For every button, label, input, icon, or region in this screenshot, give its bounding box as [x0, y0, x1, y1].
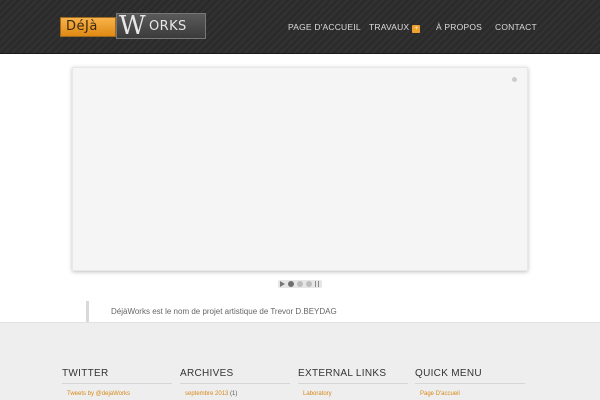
- intro-quote-text: DéjàWorks est le nom de projet artistiqu…: [111, 307, 337, 316]
- footer-column-external-links: EXTERNAL LINKS Laboratory: [298, 368, 408, 397]
- slider-dot-3[interactable]: [306, 281, 312, 287]
- nav-home[interactable]: PAGE D'ACCUEIL: [288, 22, 361, 32]
- archive-count: (1): [230, 391, 238, 397]
- nav-works-label: TRAVAUX: [369, 22, 410, 32]
- archive-link[interactable]: septembre 2013: [185, 391, 228, 397]
- site-header: DéJà W ORKS PAGE D'ACCUEIL TRAVAUX + À PR…: [0, 0, 600, 54]
- nav-about[interactable]: À PROPOS: [436, 22, 482, 32]
- footer-title-twitter: TWITTER: [62, 368, 172, 384]
- play-icon[interactable]: [280, 281, 285, 287]
- image-slider[interactable]: [72, 67, 528, 271]
- footer-title-quick-menu: QUICK MENU: [415, 368, 525, 384]
- slider-dot-1[interactable]: [288, 281, 294, 287]
- pause-icon[interactable]: [315, 281, 320, 287]
- footer-column-archives: ARCHIVES septembre 2013 (1): [180, 368, 290, 397]
- archive-item: septembre 2013 (1): [180, 391, 290, 397]
- footer-column-quick-menu: QUICK MENU Page D'accueil: [415, 368, 525, 397]
- footer-column-twitter: TWITTER Tweets by @dejaWorks: [62, 368, 172, 397]
- slider-dot-2[interactable]: [297, 281, 303, 287]
- quick-menu-home-link[interactable]: Page D'accueil: [415, 391, 525, 397]
- footer-title-archives: ARCHIVES: [180, 368, 290, 384]
- main-nav: PAGE D'ACCUEIL TRAVAUX + À PROPOS CONTACT: [0, 22, 600, 36]
- dropdown-plus-icon[interactable]: +: [412, 25, 421, 33]
- slider-controls: [278, 280, 322, 288]
- nav-contact[interactable]: CONTACT: [495, 22, 537, 32]
- twitter-link[interactable]: Tweets by @dejaWorks: [62, 391, 172, 397]
- external-link-laboratory[interactable]: Laboratory: [298, 391, 408, 397]
- slider-indicator[interactable]: [512, 77, 517, 82]
- nav-works[interactable]: TRAVAUX +: [369, 22, 421, 33]
- footer-title-external: EXTERNAL LINKS: [298, 368, 408, 384]
